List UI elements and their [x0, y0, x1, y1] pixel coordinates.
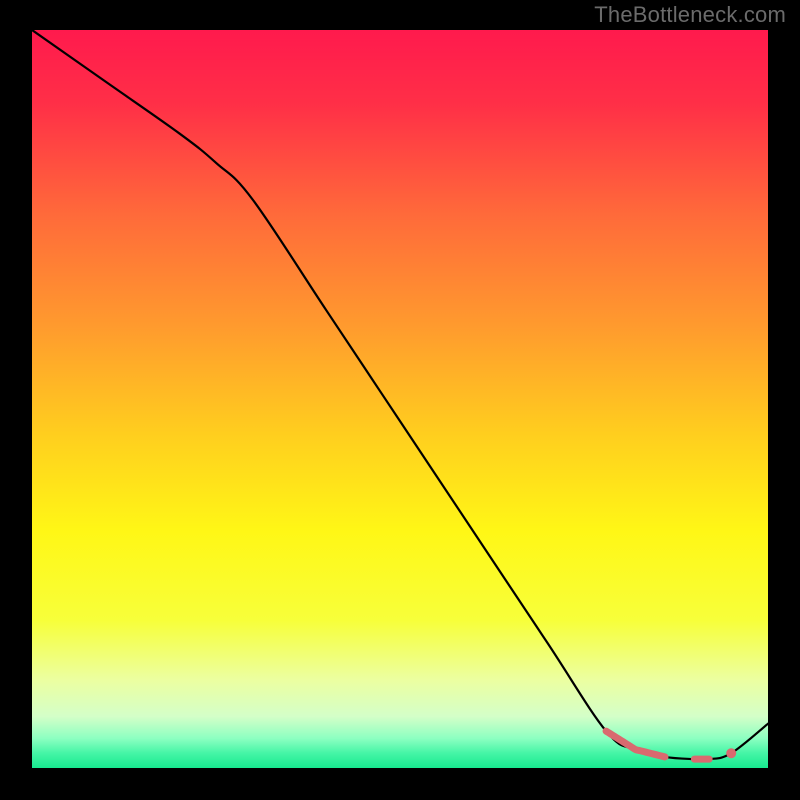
- highlight-point: [726, 748, 736, 758]
- bottleneck-chart: [32, 30, 768, 768]
- chart-frame: TheBottleneck.com: [0, 0, 800, 800]
- gradient-background: [32, 30, 768, 768]
- attribution-text: TheBottleneck.com: [594, 2, 786, 28]
- plot-area: [32, 30, 768, 768]
